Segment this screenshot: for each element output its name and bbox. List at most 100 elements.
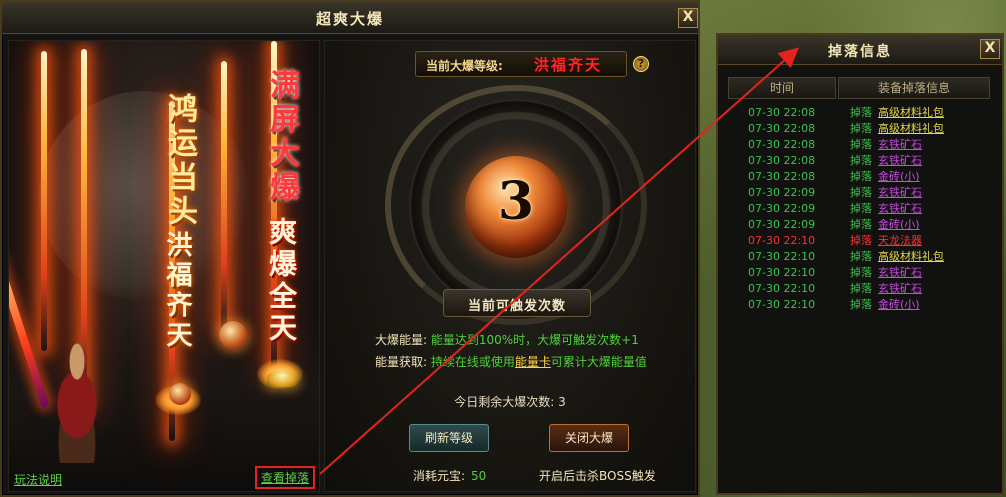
slogan-full-screen: 满屏大爆 [264,69,299,205]
slogan-all-day: 爽爆全天 [265,217,298,345]
drop-action: 掉落 [850,202,872,215]
drop-action: 掉落 [850,234,872,247]
drop-row: 07-30 22:08 掉落 高级材料礼包 [718,121,1002,137]
promo-art-panel: 鸿运当头 洪福齐天 满屏大爆 爽爆全天 [8,40,320,492]
refresh-level-button[interactable]: 刷新等级 [409,424,489,452]
energy-value: 能量达到100%时，大爆可触发次数+1 [430,333,639,347]
close-window-button[interactable]: X [678,8,698,28]
drop-item-link[interactable]: 玄铁矿石 [878,201,922,217]
view-drops-link[interactable]: 查看掉落 [255,466,316,489]
drop-time: 07-30 22:08 [748,170,816,183]
drop-item-link[interactable]: 天龙法器 [878,233,922,249]
cost-info: 消耗元宝: 50 [413,467,486,484]
remaining-count: 今日剩余大爆次数: 3 [454,395,566,409]
drop-action: 掉落 [850,186,872,199]
light-pillar [41,51,47,351]
drop-action: 掉落 [850,106,872,119]
slogan-good-fortune: 鸿运当头 [162,93,197,229]
drop-list: 07-30 22:08 掉落 高级材料礼包 07-30 22:08 掉落 高级材料礼包 07… [718,105,1002,313]
drop-info-window: 掉落信息 X 时间 装备掉落信息 07-30 22:08 掉落 高级材料礼包 07-3… [716,33,1004,495]
drop-item-link[interactable]: 玄铁矿石 [878,185,922,201]
drop-window-titlebar: 掉落信息 X [718,35,1002,65]
close-drop-button[interactable]: 关闭大爆 [549,424,629,452]
drop-time: 07-30 22:08 [748,122,816,135]
drop-time: 07-30 22:10 [748,266,816,279]
level-label: 当前大爆等级: [426,59,503,73]
super-drop-window: 超爽大爆 X 鸿运当头 洪福齐天 满屏大爆 爽爆全天 玩法说明 查看掉落 当前大… [0,0,700,497]
drop-item-link[interactable]: 金砖(小) [878,297,920,313]
drop-row: 07-30 22:09 掉落 金砖(小) [718,217,1002,233]
drop-action: 掉落 [850,250,872,263]
drop-control-panel: 当前大爆等级: 洪福齐天 ? 3 当前可触发次数 大爆能量: 能量达到100%时… [324,40,696,492]
drop-time: 07-30 22:10 [748,282,816,295]
drop-time: 07-30 22:10 [748,298,816,311]
gold-ingot-icon [267,371,297,387]
energy-card-link[interactable]: 能量卡 [515,355,551,369]
drop-window-title: 掉落信息 [828,44,892,60]
drop-item-link[interactable]: 玄铁矿石 [878,281,922,297]
drop-action: 掉落 [850,218,872,231]
trigger-count: 3 [497,171,535,232]
drop-time: 07-30 22:08 [748,138,816,151]
drop-time: 07-30 22:10 [748,250,816,263]
level-value: 洪福齐天 [534,56,603,74]
energy-key: 大爆能量: [375,333,428,347]
drop-row: 07-30 22:10 掉落 玄铁矿石 [718,265,1002,281]
window-titlebar: 超爽大爆 X [2,2,698,34]
energy-info: 大爆能量: 能量达到100%时，大爆可触发次数+1 能量获取: 持续在线或使用能… [375,329,675,375]
drop-item-link[interactable]: 金砖(小) [878,169,920,185]
level-bar: 当前大爆等级: 洪福齐天 [415,51,627,77]
help-link[interactable]: 玩法说明 [14,471,62,488]
drop-row: 07-30 22:10 掉落 高级材料礼包 [718,249,1002,265]
moon-backdrop [39,91,249,301]
drop-item-link[interactable]: 高级材料礼包 [878,249,944,265]
drop-time: 07-30 22:09 [748,218,816,231]
drop-row: 07-30 22:08 掉落 高级材料礼包 [718,105,1002,121]
drop-row: 07-30 22:09 掉落 玄铁矿石 [718,201,1002,217]
drop-action: 掉落 [850,298,872,311]
gain-value-post: 可累计大爆能量值 [550,355,647,369]
drop-row: 07-30 22:08 掉落 金砖(小) [718,169,1002,185]
drop-item-link[interactable]: 高级材料礼包 [878,121,944,137]
drop-action: 掉落 [850,138,872,151]
boss-note: 开启后击杀BOSS触发 [539,469,656,483]
column-header-drop-info: 装备掉落信息 [838,77,990,99]
drop-row: 07-30 22:08 掉落 玄铁矿石 [718,137,1002,153]
drop-item-link[interactable]: 玄铁矿石 [878,137,922,153]
close-drop-window-button[interactable]: X [980,39,1000,59]
drop-time: 07-30 22:09 [748,202,816,215]
drop-item-orb [219,321,247,349]
drop-time: 07-30 22:09 [748,186,816,199]
drop-action: 掉落 [850,266,872,279]
drop-action: 掉落 [850,170,872,183]
help-question-icon[interactable]: ? [633,56,649,72]
drop-action: 掉落 [850,122,872,135]
slogan-blessing: 洪福齐天 [162,231,192,351]
drop-item-link[interactable]: 金砖(小) [878,217,920,233]
drop-time: 07-30 22:08 [748,154,816,167]
light-pillar [221,61,227,331]
drop-item-link[interactable]: 玄铁矿石 [878,153,922,169]
gain-row: 能量获取: 持续在线或使用能量卡可累计大爆能量值 [375,351,675,373]
drop-row: 07-30 22:10 掉落 天龙法器 [718,233,1002,249]
cost-value: 50 [471,469,487,483]
trigger-label: 当前可触发次数 [467,299,566,314]
trigger-label-plate: 当前可触发次数 [443,289,591,317]
drop-item-orb [169,383,191,405]
drop-row: 07-30 22:10 掉落 玄铁矿石 [718,281,1002,297]
drop-item-link[interactable]: 玄铁矿石 [878,265,922,281]
gain-value-pre: 持续在线或使用 [430,355,515,369]
drop-action: 掉落 [850,282,872,295]
cost-label: 消耗元宝: [413,469,466,483]
hero-character [35,333,119,463]
drop-item-link[interactable]: 高级材料礼包 [878,105,944,121]
trigger-count-orb: 3 [465,156,567,258]
drop-time: 07-30 22:10 [748,234,816,247]
drop-row: 07-30 22:08 掉落 玄铁矿石 [718,153,1002,169]
drop-row: 07-30 22:09 掉落 玄铁矿石 [718,185,1002,201]
drop-time: 07-30 22:08 [748,106,816,119]
drop-action: 掉落 [850,154,872,167]
column-header-time: 时间 [728,77,836,99]
gain-key: 能量获取: [375,355,428,369]
drop-row: 07-30 22:10 掉落 金砖(小) [718,297,1002,313]
